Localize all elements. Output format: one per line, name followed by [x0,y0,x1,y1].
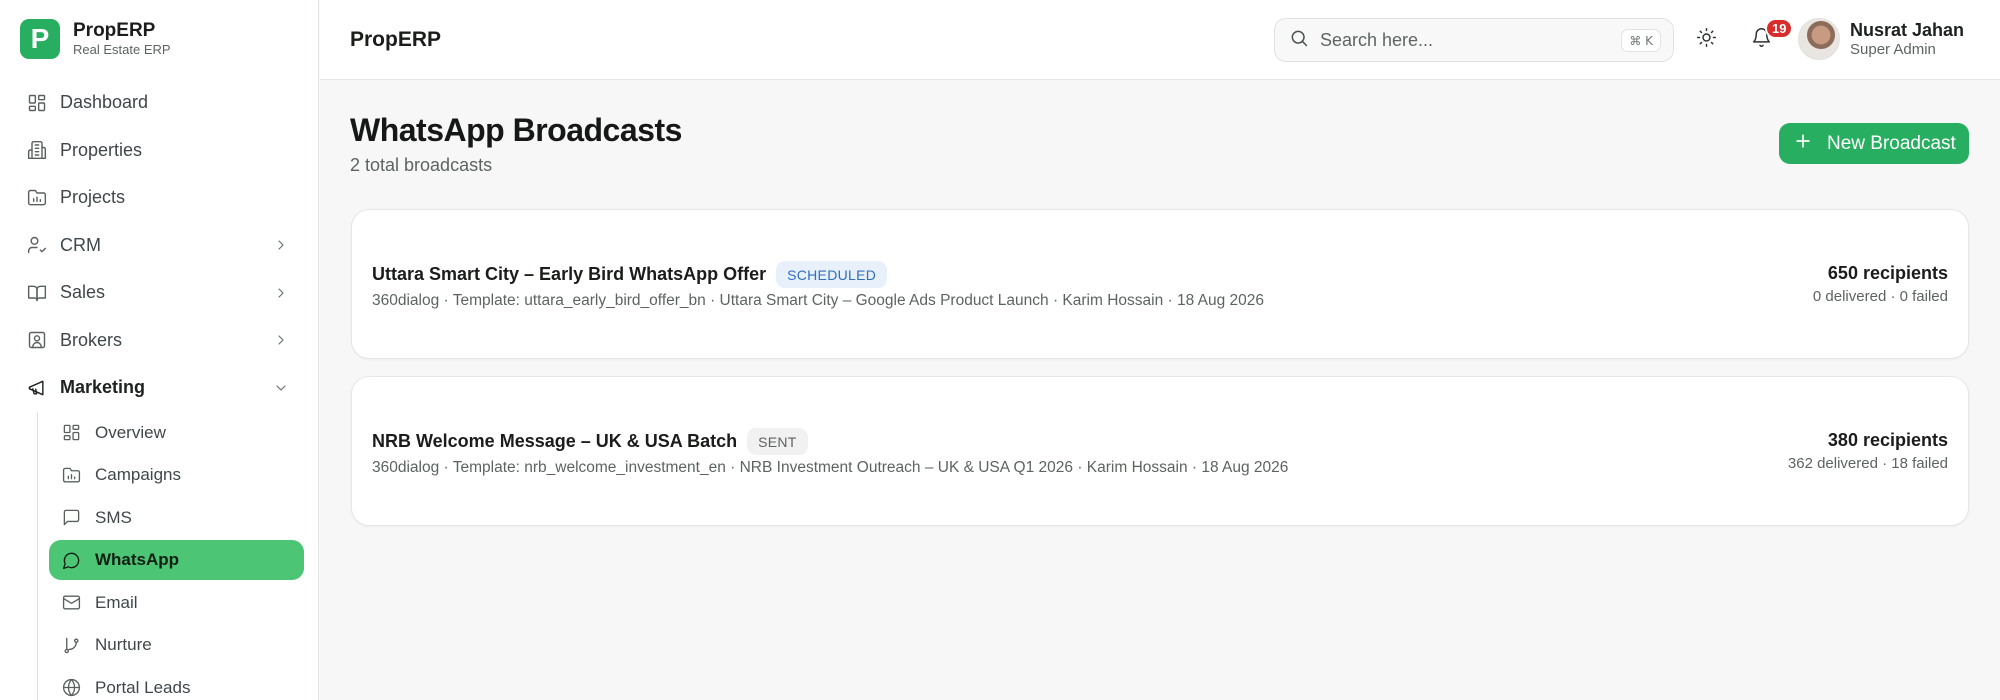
sidebar-item-label: Overview [95,422,166,442]
dashboard-icon [61,423,81,443]
sidebar-item-label: WhatsApp [95,550,180,570]
user-role: Super Admin [1850,41,1936,58]
broadcast-card[interactable]: NRB Welcome Message – UK & USA Batch SEN… [351,376,1969,526]
sidebar-item-label: Dashboard [60,92,149,113]
avatar [1798,18,1840,60]
top-header: PropERP ⌘ K 19 Nusrat Jahan Super Admin [320,0,2000,80]
marketing-subnav: Overview Campaigns SMS WhatsApp Email Nu… [37,411,304,700]
notifications-button[interactable]: 19 [1743,18,1794,58]
sidebar-item-projects[interactable]: Projects [0,174,319,222]
user-name: Nusrat Jahan [1850,20,1965,40]
megaphone-icon [27,378,47,398]
git-branch-icon [61,635,81,655]
sidebar-item-label: Properties [60,139,143,160]
brand-subtitle: Real Estate ERP [73,42,171,57]
header-title: PropERP [350,28,442,51]
search-icon [1289,28,1309,53]
plus-icon [1793,131,1813,156]
sidebar-item-properties[interactable]: Properties [0,127,319,175]
sidebar-item-label: Sales [60,282,106,303]
broadcast-title-row: NRB Welcome Message – UK & USA Batch SEN… [372,428,808,455]
contact-icon [27,330,47,350]
sidebar-nav: Dashboard Properties Projects CRM Sales … [0,79,319,700]
chevron-down-icon [273,380,289,396]
sidebar-item-label: Campaigns [95,465,181,485]
user-menu[interactable]: Nusrat Jahan Super Admin [1798,18,1964,60]
sidebar-item-label: SMS [95,507,132,527]
mail-icon [61,593,81,613]
sidebar-item-email[interactable]: Email [49,581,304,624]
search-input[interactable] [1320,29,1610,51]
message-circle-icon [61,550,81,570]
theme-toggle-button[interactable] [1688,22,1724,58]
user-check-icon [27,235,47,255]
chevron-right-icon [273,285,289,301]
broadcast-meta: 360dialog · Template: uttara_early_bird_… [372,292,1265,309]
sidebar-item-portal-leads[interactable]: Portal Leads [49,666,304,700]
search-box[interactable]: ⌘ K [1274,18,1674,62]
sidebar-item-crm[interactable]: CRM [0,222,319,270]
sidebar-item-dashboard[interactable]: Dashboard [0,79,319,127]
broadcast-card[interactable]: Uttara Smart City – Early Bird WhatsApp … [351,209,1969,359]
sidebar-item-label: CRM [60,234,101,255]
sidebar: P PropERP Real Estate ERP Dashboard Prop… [0,0,319,700]
book-open-icon [27,283,47,303]
new-broadcast-label: New Broadcast [1827,132,1956,154]
new-broadcast-button[interactable]: New Broadcast [1779,123,1969,164]
broadcast-recipients: 380 recipients [1827,430,1948,450]
status-badge: SENT [747,428,808,455]
sidebar-item-nurture[interactable]: Nurture [49,624,304,667]
broadcast-recipients: 650 recipients [1827,263,1948,283]
sidebar-item-marketing[interactable]: Marketing [0,364,319,412]
brand-text: PropERP Real Estate ERP [73,20,171,58]
brand-name: PropERP [73,20,156,41]
globe-icon [61,678,81,698]
chevron-right-icon [273,237,289,253]
sidebar-item-brokers[interactable]: Brokers [0,317,319,365]
broadcast-title: Uttara Smart City – Early Bird WhatsApp … [372,264,767,284]
page-title: WhatsApp Broadcasts [350,112,682,148]
sun-icon [1696,27,1717,53]
sidebar-item-whatsapp[interactable]: WhatsApp [49,540,304,581]
broadcast-stats: 380 recipients 362 delivered · 18 failed [1788,429,1948,472]
broadcast-title-row: Uttara Smart City – Early Bird WhatsApp … [372,261,888,288]
user-info: Nusrat Jahan Super Admin [1850,19,1964,59]
broadcast-meta: 360dialog · Template: nrb_welcome_invest… [372,459,1289,476]
broadcast-delivery: 362 delivered · 18 failed [1787,455,1948,472]
sidebar-item-label: Projects [60,187,126,208]
search-shortcut: ⌘ K [1621,29,1661,52]
dashboard-icon [27,93,47,113]
brand[interactable]: P PropERP Real Estate ERP [20,19,171,59]
sidebar-item-sms[interactable]: SMS [49,497,304,540]
sidebar-item-label: Email [95,592,138,612]
brand-logo: P [20,19,60,59]
sidebar-item-sales[interactable]: Sales [0,269,319,317]
status-badge: SCHEDULED [776,261,888,288]
sidebar-item-campaigns[interactable]: Campaigns [49,454,304,497]
sidebar-item-label: Nurture [95,635,152,655]
page-subtitle: 2 total broadcasts [350,155,493,175]
broadcast-stats: 650 recipients 0 delivered · 0 failed [1813,262,1948,305]
sidebar-item-overview[interactable]: Overview [49,412,304,455]
building-icon [27,140,47,160]
broadcast-title: NRB Welcome Message – UK & USA Batch [372,431,738,451]
notification-count-badge: 19 [1765,18,1794,39]
sidebar-item-label: Portal Leads [95,677,191,697]
sidebar-item-label: Marketing [60,377,146,398]
broadcast-delivery: 0 delivered · 0 failed [1812,288,1948,305]
chevron-right-icon [273,332,289,348]
folder-chart-icon [61,465,81,485]
message-square-icon [61,508,81,528]
folder-chart-icon [27,188,47,208]
sidebar-item-label: Brokers [60,329,123,350]
